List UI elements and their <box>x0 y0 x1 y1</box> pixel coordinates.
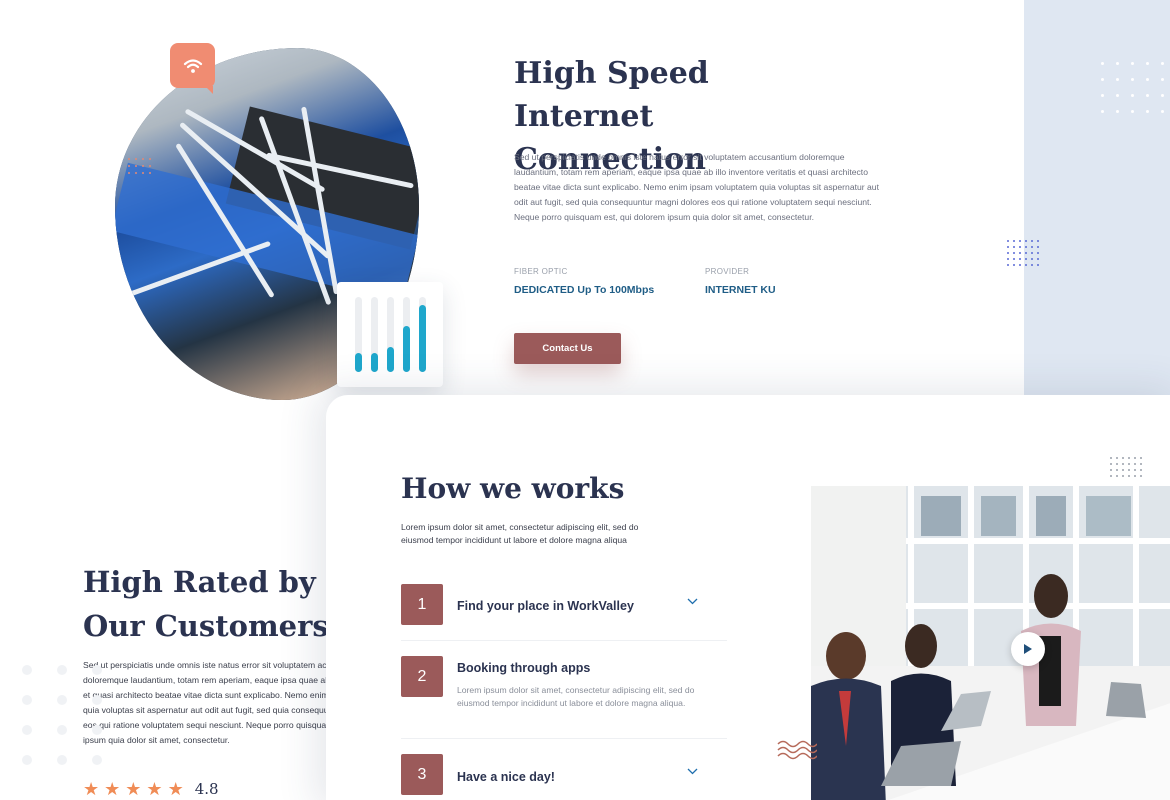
wifi-icon <box>183 58 202 73</box>
works-subtitle: Lorem ipsum dolor sit amet, consectetur … <box>401 522 639 545</box>
works-title: How we works <box>401 472 625 505</box>
decorative-dots-grey <box>22 665 102 765</box>
star-icon: ★ <box>146 779 163 799</box>
step-title[interactable]: Have a nice day! <box>457 770 555 784</box>
decorative-dots-top-right <box>1101 62 1164 113</box>
chevron-down-icon[interactable] <box>687 767 698 778</box>
star-icon: ★ <box>125 779 142 799</box>
signal-bar <box>371 297 378 372</box>
rating-value: 4.8 <box>194 780 219 798</box>
rating-stars: ★ ★ ★ ★ ★ 4.8 <box>83 780 219 798</box>
decorative-dots-photo <box>1110 457 1142 477</box>
signal-bar <box>355 297 362 372</box>
internet-description: Sed ut perspiciatis unde omnis iste natu… <box>514 152 879 222</box>
step-number: 3 <box>401 754 443 795</box>
star-icon: ★ <box>104 779 121 799</box>
fiber-label: FIBER OPTIC <box>514 267 568 276</box>
step-number: 1 <box>401 584 443 625</box>
step-title[interactable]: Booking through apps <box>457 661 590 675</box>
step-description: Lorem ipsum dolor sit amet, consectetur … <box>457 685 695 708</box>
star-icon: ★ <box>167 779 184 799</box>
signal-bar <box>387 297 394 372</box>
step-divider <box>401 640 727 641</box>
wifi-badge <box>170 43 215 94</box>
side-panel-background <box>1024 0 1170 395</box>
step-number: 2 <box>401 656 443 697</box>
contact-us-button[interactable]: Contact Us <box>514 333 621 364</box>
provider-value: INTERNET KU <box>705 284 776 296</box>
rated-title: High Rated by Our Customers <box>83 565 329 643</box>
star-icon: ★ <box>83 779 100 799</box>
play-button[interactable] <box>1011 632 1045 666</box>
wave-decoration <box>777 740 817 760</box>
fiber-value: DEDICATED Up To 100Mbps <box>514 284 655 296</box>
decorative-dots-blue <box>1007 240 1039 266</box>
decorative-dots-orange <box>128 158 151 174</box>
provider-label: PROVIDER <box>705 267 750 276</box>
step-title[interactable]: Find your place in WorkValley <box>457 599 634 613</box>
signal-bar <box>419 297 426 372</box>
signal-bar <box>403 297 410 372</box>
how-we-works-card: How we works Lorem ipsum dolor sit amet,… <box>326 395 1170 800</box>
step-divider <box>401 738 727 739</box>
office-meeting-image <box>811 486 1170 800</box>
chevron-down-icon[interactable] <box>687 597 698 608</box>
office-meeting-illustration <box>811 486 1170 800</box>
play-icon <box>1024 644 1032 654</box>
signal-strength-card <box>337 282 443 387</box>
